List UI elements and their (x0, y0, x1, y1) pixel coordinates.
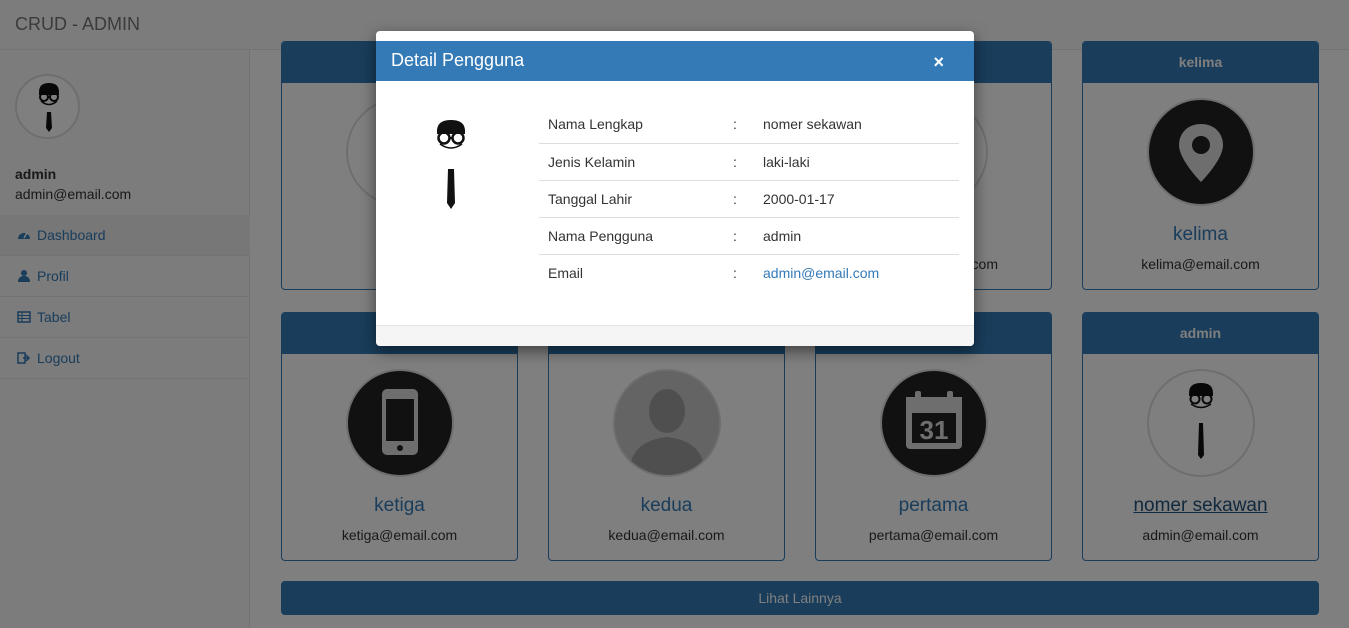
field-value: laki-laki (754, 142, 959, 180)
close-icon[interactable]: × (933, 52, 944, 73)
field-separator: : (724, 253, 754, 291)
field-label: Jenis Kelamin (539, 142, 724, 180)
user-detail-table: Nama Lengkap : nomer sekawan Jenis Kelam… (539, 106, 959, 291)
field-separator: : (733, 116, 737, 133)
modal-header: Detail Pengguna × (376, 41, 974, 81)
field-label: Tanggal Lahir (539, 179, 724, 217)
modal-footer (376, 325, 974, 346)
field-separator: : (724, 179, 754, 217)
field-value: admin@email.com (754, 253, 959, 291)
table-row: Nama Lengkap : nomer sekawan (539, 106, 959, 143)
table-row: Tanggal Lahir : 2000-01-17 (539, 179, 959, 217)
user-detail-modal: Detail Pengguna × Nama Lengkap : nomer s… (376, 31, 974, 346)
modal-title: Detail Pengguna (391, 50, 525, 70)
field-separator: : (724, 142, 754, 180)
field-value: admin (754, 216, 959, 254)
field-value: 2000-01-17 (754, 179, 959, 217)
table-row: Jenis Kelamin : laki-laki (539, 142, 959, 180)
table-row: Nama Pengguna : admin (539, 216, 959, 254)
email-link[interactable]: admin@email.com (763, 265, 879, 281)
field-label: Email (539, 253, 724, 291)
nerd-avatar-icon (437, 120, 465, 209)
field-label: Nama Lengkap (548, 116, 643, 133)
field-label: Nama Pengguna (539, 216, 724, 254)
field-separator: : (724, 216, 754, 254)
field-value: nomer sekawan (763, 116, 862, 133)
table-row: Email : admin@email.com (539, 253, 959, 291)
